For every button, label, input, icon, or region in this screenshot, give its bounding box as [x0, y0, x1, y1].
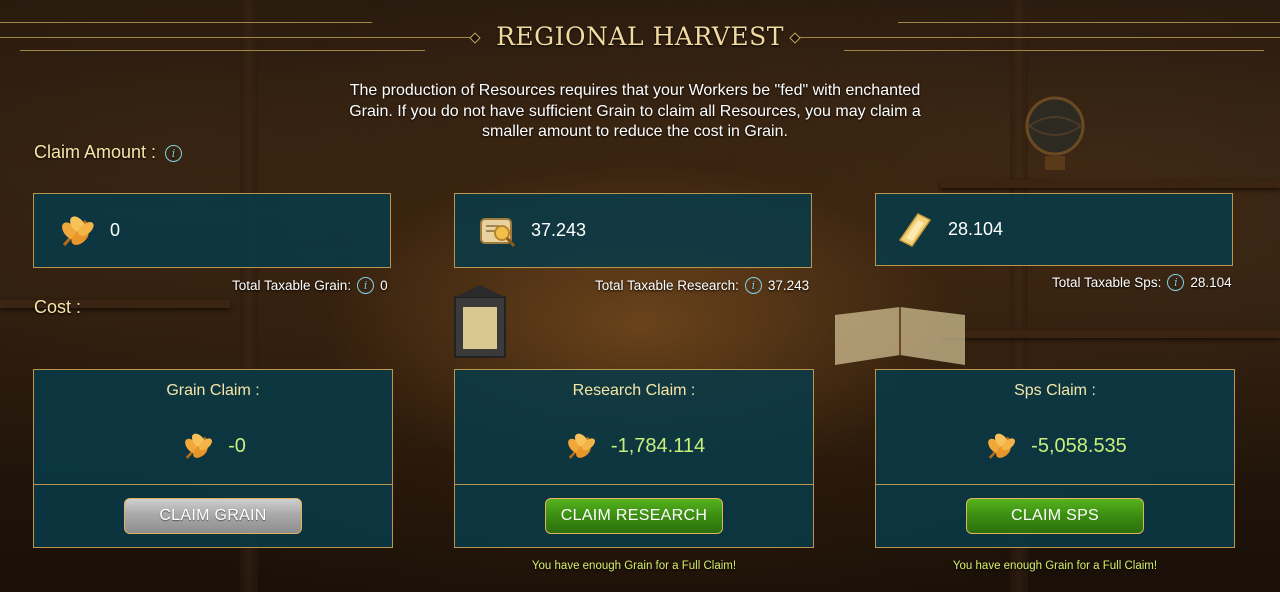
claim-amount-label: Claim Amount :	[34, 142, 157, 162]
book-decoration	[835, 307, 965, 365]
grain-icon	[185, 433, 213, 459]
info-icon[interactable]: i	[1167, 274, 1185, 291]
page-title: REGIONAL HARVEST	[496, 22, 784, 51]
taxable-grain-value: 0	[380, 278, 388, 293]
grain-icon	[988, 433, 1016, 459]
research-amount-value: 37.243	[531, 220, 587, 240]
info-icon[interactable]: i	[165, 144, 183, 162]
grain-amount-value: 0	[110, 220, 121, 240]
grain-icon	[568, 433, 595, 459]
taxable-research-label: Total Taxable Research:	[595, 278, 739, 293]
sps-claim-cost: -5,058.535	[1031, 434, 1127, 457]
taxable-sps-label: Total Taxable Sps:	[1052, 275, 1162, 290]
cost-label: Cost :	[34, 297, 82, 317]
claim-sps-button[interactable]: CLAIM SPS	[966, 498, 1144, 534]
taxable-grain: Total Taxable Grain: i 0	[232, 277, 388, 294]
sps-claim-title: Sps Claim :	[1014, 382, 1096, 399]
taxable-sps-value: 28.104	[1190, 275, 1232, 290]
sps-amount-value: 28.104	[948, 219, 1004, 239]
research-claim-title: Research Claim :	[572, 382, 696, 399]
grain-claim-title: Grain Claim :	[166, 382, 260, 399]
grain-amount-field[interactable]: 0	[33, 193, 391, 268]
info-icon[interactable]: i	[744, 277, 762, 294]
research-claim-cost: -1,784.114	[610, 434, 706, 457]
taxable-research: Total Taxable Research: i 37.243	[595, 277, 809, 294]
claim-amount-section: Claim Amount : i	[34, 142, 183, 163]
globe-decoration	[1025, 96, 1085, 170]
research-claim-card: Research Claim : -1,784.114 CLAIM RESEAR…	[454, 369, 814, 548]
lantern-decoration	[454, 285, 506, 358]
claim-research-button[interactable]: CLAIM RESEARCH	[545, 498, 723, 534]
grain-icon	[62, 215, 94, 246]
description-text: The production of Resources requires tha…	[349, 82, 921, 140]
sps-claim-card: Sps Claim : -5,058.535 CLAIM SPS	[875, 369, 1235, 548]
research-scroll-icon	[480, 217, 516, 247]
sps-amount-field[interactable]: 28.104	[875, 193, 1233, 266]
research-enough-message: You have enough Grain for a Full Claim!	[531, 560, 737, 572]
taxable-research-value: 37.243	[767, 278, 810, 293]
taxable-grain-label: Total Taxable Grain:	[232, 278, 352, 293]
info-icon[interactable]: i	[357, 277, 375, 294]
sps-crystal-icon	[898, 212, 932, 247]
claim-grain-button[interactable]: CLAIM GRAIN	[124, 498, 302, 534]
grain-claim-card: Grain Claim : -0 CLAIM GRAIN	[33, 369, 393, 548]
sps-enough-message: You have enough Grain for a Full Claim!	[952, 560, 1158, 572]
grain-claim-cost: -0	[228, 434, 246, 457]
research-amount-field[interactable]: 37.243	[454, 193, 812, 268]
taxable-sps: Total Taxable Sps: i 28.104	[1052, 274, 1232, 291]
